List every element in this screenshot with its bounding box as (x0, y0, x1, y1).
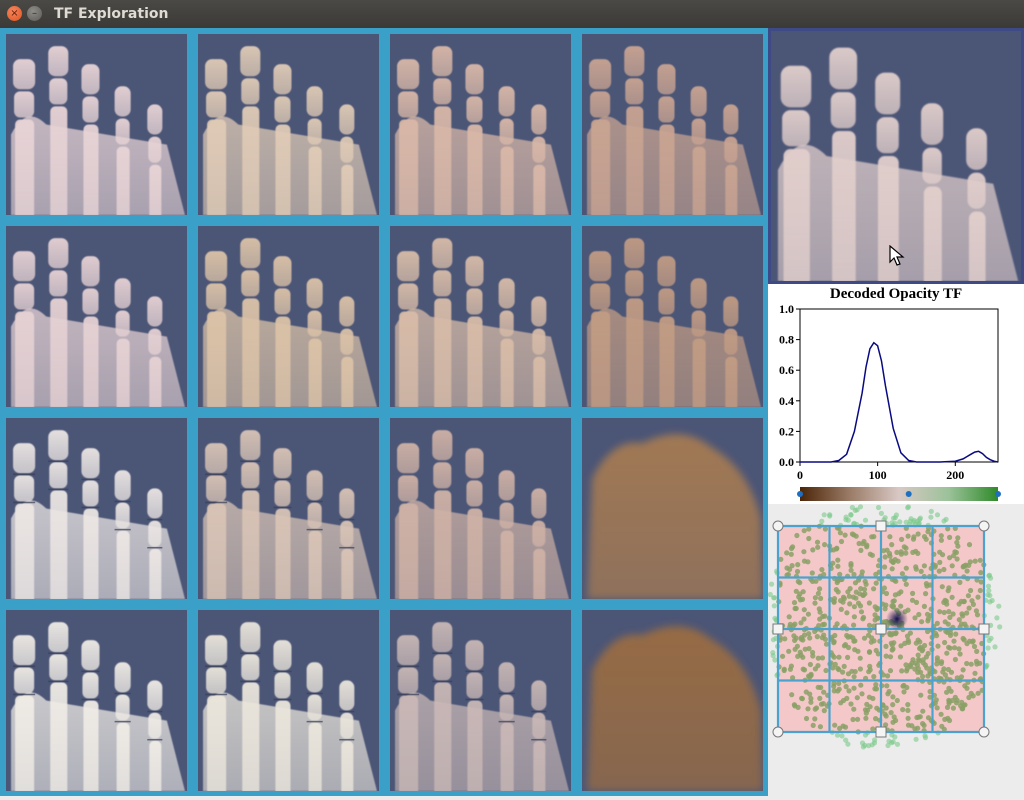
thumbnail-r4-c4[interactable] (582, 610, 763, 791)
selected-render[interactable] (771, 31, 1021, 281)
foot-render (777, 47, 1019, 281)
thumbnail-r2-c4[interactable] (582, 226, 763, 407)
opacity-tf-chart: 0.0 0.2 0.4 0.6 0.8 1.0 0 100 200 (779, 302, 1001, 501)
close-icon[interactable]: × (7, 6, 22, 21)
foot-render (11, 622, 185, 791)
y-tick-label: 0.8 (779, 333, 794, 347)
y-tick-label: 1.0 (779, 302, 794, 316)
plot-frame (799, 308, 999, 463)
thumbnail-r3-c2[interactable] (198, 418, 379, 599)
thumbnail-r1-c1[interactable] (6, 34, 187, 215)
foot-render (203, 622, 377, 791)
foot-render (11, 46, 185, 215)
foot-render (587, 238, 761, 407)
thumbnail-r1-c2[interactable] (198, 34, 379, 215)
thumbnail-r4-c2[interactable] (198, 610, 379, 791)
minimize-icon[interactable]: – (27, 6, 42, 21)
explorer-canvas[interactable] (767, 504, 1024, 796)
foot-render (11, 238, 185, 407)
foot-render (395, 430, 569, 599)
colormap-control-point[interactable] (797, 491, 803, 497)
y-tick-label: 0.0 (779, 455, 794, 469)
opacity-tf-panel: Decoded Opacity TF 0.0 0.2 0.4 0.6 0.8 1.0 0 10… (768, 284, 1024, 504)
preview-panel (768, 28, 1024, 284)
foot-render (203, 238, 377, 407)
colormap-bar[interactable] (800, 487, 998, 501)
thumbnail-r1-c3[interactable] (390, 34, 571, 215)
foot-render (395, 46, 569, 215)
colormap-control-point[interactable] (905, 491, 912, 497)
thumbnail-r3-c4[interactable] (582, 418, 763, 599)
handle-bottom-mid[interactable] (875, 726, 887, 738)
handle-top-left[interactable] (772, 520, 784, 532)
thumbnail-r1-c4[interactable] (582, 34, 763, 215)
thumbnail-r3-c1[interactable] (6, 418, 187, 599)
window-title: TF Exploration (54, 6, 169, 22)
thumbnail-r2-c1[interactable] (6, 226, 187, 407)
thumbnail-r3-c3[interactable] (390, 418, 571, 599)
foot-render (203, 46, 377, 215)
handle-top-right[interactable] (978, 520, 990, 532)
foot-render (587, 46, 761, 215)
foot-render (11, 430, 185, 599)
foot-render (587, 626, 763, 791)
latent-space-explorer[interactable] (767, 504, 1024, 796)
foot-render (395, 238, 569, 407)
colormap-control-point[interactable] (995, 491, 1001, 497)
foot-render (587, 434, 763, 599)
foot-render (395, 622, 569, 791)
handle-bottom-right[interactable] (978, 726, 990, 738)
handle-center[interactable] (875, 623, 887, 635)
opacity-curve (800, 341, 999, 463)
title-bar: × – TF Exploration (0, 0, 1024, 28)
thumbnail-r2-c3[interactable] (390, 226, 571, 407)
x-tick-label: 200 (946, 468, 964, 482)
y-tick-label: 0.4 (779, 394, 794, 408)
handle-mid-right[interactable] (978, 623, 990, 635)
thumbnail-r4-c1[interactable] (6, 610, 187, 791)
thumbnail-r2-c2[interactable] (198, 226, 379, 407)
handle-mid-left[interactable] (772, 623, 784, 635)
x-tick-label: 100 (869, 468, 887, 482)
mouse-cursor-icon (889, 245, 905, 266)
handle-top-mid[interactable] (875, 520, 887, 532)
y-tick-label: 0.6 (779, 363, 794, 377)
thumbnail-grid (0, 28, 768, 796)
thumbnail-r4-c3[interactable] (390, 610, 571, 791)
handle-bottom-left[interactable] (772, 726, 784, 738)
foot-render (203, 430, 377, 599)
selected-position-marker[interactable] (886, 608, 908, 630)
y-tick-label: 0.2 (779, 424, 794, 438)
x-tick-label: 0 (797, 468, 803, 482)
